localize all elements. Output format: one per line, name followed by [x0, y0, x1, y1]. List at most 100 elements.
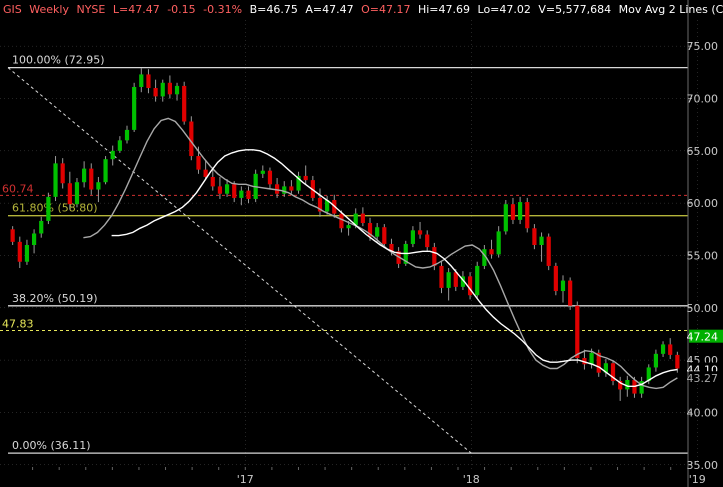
candle-body — [375, 227, 380, 237]
candle-body — [132, 86, 137, 130]
candle-body — [453, 272, 458, 287]
candle-body — [267, 170, 273, 185]
header-change: -0.15 — [167, 3, 195, 16]
candle-body — [124, 129, 130, 141]
candle-body — [31, 233, 37, 245]
candle-body — [39, 220, 44, 234]
candle-body — [196, 156, 201, 170]
candle-body — [146, 74, 151, 89]
candle-body — [439, 265, 444, 288]
candle-body — [503, 204, 508, 232]
candle-body — [60, 163, 65, 184]
candle-body — [246, 190, 251, 199]
header-ask: A=47.47 — [305, 3, 353, 16]
candle-body — [10, 229, 15, 242]
candle-body — [346, 225, 351, 229]
candle-body — [339, 213, 344, 229]
candle-body — [82, 168, 87, 183]
y-tick-label: 40.00 — [687, 406, 719, 419]
candle-body — [139, 74, 144, 87]
candle-body — [303, 175, 308, 181]
candle-body — [103, 159, 108, 183]
candle-body — [67, 183, 72, 205]
candle-body — [260, 170, 265, 174]
candle-body — [24, 245, 30, 262]
price-badge-label: 47.24 — [687, 331, 719, 344]
header-interval: Weekly — [29, 3, 69, 16]
candle-body — [425, 234, 430, 248]
candle-body — [174, 85, 180, 95]
candle-body — [217, 186, 223, 194]
header-study: Mov Avg 2 Lines (Close,20,40 — [619, 3, 723, 16]
candle-body — [518, 202, 523, 220]
header-bid: B=46.75 — [250, 3, 298, 16]
candle-body — [160, 82, 165, 97]
header-low: L=47.47 — [113, 3, 160, 16]
candle-body — [417, 230, 423, 235]
candle-body — [232, 184, 237, 198]
candle-body — [153, 88, 158, 97]
fib-label: 61.80% (58.80) — [12, 202, 98, 215]
candle-body — [46, 196, 51, 221]
y-tick-label: 60.00 — [687, 197, 719, 210]
y-tick-label: 55.00 — [687, 249, 719, 262]
candle-body — [74, 182, 80, 205]
header-high: Hi=47.69 — [418, 3, 470, 16]
candle-body — [467, 276, 473, 296]
candle-body — [489, 249, 494, 255]
x-tick-label: '18 — [463, 473, 480, 486]
candle-body — [575, 305, 580, 359]
candle-body — [289, 186, 294, 191]
header-open: O=47.17 — [361, 3, 410, 16]
candle-body — [660, 344, 666, 354]
y-tick-label: 65.00 — [687, 145, 719, 158]
candle-body — [96, 182, 101, 190]
fib-label: 38.20% (50.19) — [12, 292, 98, 305]
reference-label: 47.83 — [2, 318, 34, 331]
fib-label: 0.00% (36.11) — [12, 439, 91, 452]
header-exchange: NYSE — [76, 3, 105, 16]
candle-body — [510, 204, 516, 220]
candle-body — [110, 150, 115, 160]
header-symbol: GIS — [3, 3, 22, 16]
candle-body — [539, 236, 544, 245]
y-tick-label: 75.00 — [687, 40, 719, 53]
header-lo: Lo=47.02 — [478, 3, 531, 16]
candle-body — [496, 231, 501, 255]
candle-body — [568, 280, 573, 306]
candle-body — [589, 352, 594, 365]
y-tick-label: 35.00 — [687, 459, 719, 472]
candle-body — [532, 228, 537, 245]
candle-body — [239, 190, 244, 198]
candle-body — [117, 140, 122, 151]
candle-body — [560, 280, 566, 292]
candle-body — [210, 176, 215, 187]
candle-body — [410, 230, 416, 244]
header-volume: V=5,577,684 — [538, 3, 611, 16]
candle-body — [17, 241, 22, 262]
x-tick-label: '17 — [237, 473, 254, 486]
candle-body — [360, 213, 365, 224]
candle-body — [553, 265, 558, 292]
candle-body — [53, 163, 58, 197]
x-tick-label: '19 — [689, 473, 706, 486]
y-tick-label: 50.00 — [687, 302, 719, 315]
reference-label: 60.74 — [2, 182, 34, 195]
stock-chart[interactable]: 100.00% (72.95) 61.80% (58.80) 38.20% (50.… — [0, 0, 723, 487]
candle-body — [182, 85, 187, 122]
candle-body — [224, 184, 230, 194]
candle-body — [89, 168, 94, 190]
candle-body — [475, 265, 480, 296]
candle-body — [382, 227, 387, 244]
y-tick-label: 70.00 — [687, 92, 719, 105]
candle-body — [525, 202, 530, 229]
candle-body — [446, 272, 451, 288]
candle-body — [546, 236, 551, 266]
candle-body — [668, 344, 673, 355]
candle-body — [167, 82, 172, 95]
candle-body — [675, 354, 680, 369]
header-change-pct: -0.31% — [203, 3, 242, 16]
fib-label: 100.00% (72.95) — [12, 54, 105, 67]
price-badge-label: 43.27 — [687, 372, 719, 385]
candle-body — [653, 353, 659, 368]
